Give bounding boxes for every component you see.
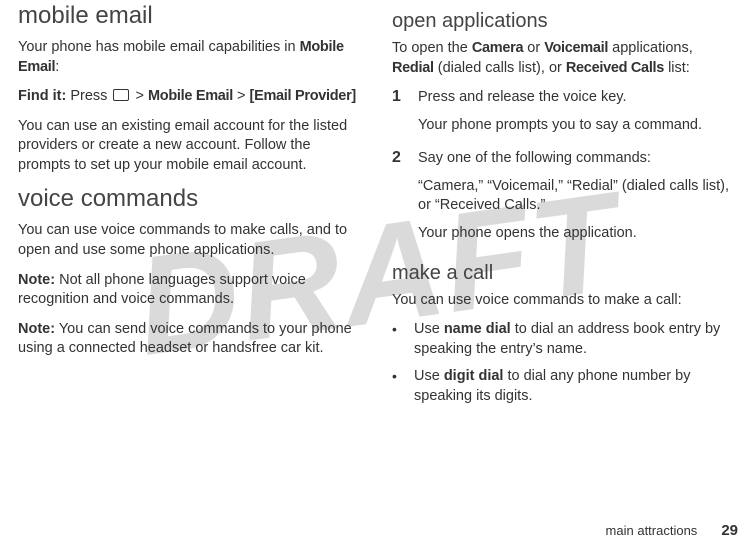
text: Press [66, 88, 111, 104]
voice-commands-intro: You can use voice commands to make calls… [18, 221, 364, 260]
heading-mobile-email: mobile email [18, 2, 364, 30]
note-label: Note: [18, 321, 55, 337]
note-label: Note: [18, 272, 55, 288]
text: (dialed calls list), or [434, 60, 566, 76]
find-it-label: Find it: [18, 88, 66, 104]
note-2: Note: You can send voice commands to you… [18, 320, 364, 359]
heading-open-applications: open applications [392, 10, 738, 33]
find-it-line: Find it: Press > Mobile Email > [Email P… [18, 87, 364, 107]
page-columns: mobile email Your phone has mobile email… [0, 0, 756, 414]
text: > [131, 88, 148, 104]
text: applications, [608, 40, 693, 56]
text: Your phone has mobile email capabilities… [18, 39, 300, 55]
bullet-1: • Use name dial to dial an address book … [392, 320, 738, 359]
text: To open the [392, 40, 472, 56]
bullet-body: Use digit dial to dial any phone number … [414, 367, 738, 406]
voicemail-bold: Voicemail [544, 40, 608, 56]
text: : [55, 59, 59, 75]
text: > [233, 88, 250, 104]
text: Use [414, 321, 444, 337]
bullet-dot: • [392, 320, 402, 359]
heading-voice-commands: voice commands [18, 185, 364, 213]
text: Use [414, 368, 444, 384]
heading-make-a-call: make a call [392, 262, 738, 285]
page-number: 29 [721, 522, 738, 539]
camera-bold: Camera [472, 40, 523, 56]
bullet-list: • Use name dial to dial an address book … [392, 320, 738, 406]
step-text: Your phone opens the application. [418, 224, 738, 244]
bullet-body: Use name dial to dial an address book en… [414, 320, 738, 359]
note-1: Note: Not all phone languages support vo… [18, 271, 364, 310]
email-provider-menu: [Email Provider] [250, 88, 356, 104]
step-text: “Camera,” “Voicemail,” “Redial” (dialed … [418, 177, 738, 216]
step-text: Press and release the voice key. [418, 88, 738, 108]
right-column: open applications To open the Camera or … [392, 0, 738, 414]
step-body: Press and release the voice key. Your ph… [418, 88, 738, 143]
step-text: Say one of the following commands: [418, 149, 738, 169]
footer-section: main attractions [606, 523, 698, 538]
left-column: mobile email Your phone has mobile email… [18, 0, 364, 414]
redial-bold: Redial [392, 60, 434, 76]
name-dial-bold: name dial [444, 321, 511, 337]
mobile-email-body: You can use an existing email account fo… [18, 117, 364, 176]
note-body: Not all phone languages support voice re… [18, 272, 306, 308]
menu-key-icon [113, 89, 129, 101]
note-body: You can send voice commands to your phon… [18, 321, 352, 357]
step-1: 1 Press and release the voice key. Your … [392, 88, 738, 143]
step-body: Say one of the following commands: “Came… [418, 149, 738, 251]
step-2: 2 Say one of the following commands: “Ca… [392, 149, 738, 251]
step-number: 1 [392, 88, 404, 143]
bullet-dot: • [392, 367, 402, 406]
mobile-email-intro: Your phone has mobile email capabilities… [18, 38, 364, 77]
received-calls-bold: Received Calls [566, 60, 664, 76]
step-text: Your phone prompts you to say a command. [418, 116, 738, 136]
digit-dial-bold: digit dial [444, 368, 504, 384]
steps-list: 1 Press and release the voice key. Your … [392, 88, 738, 251]
page-footer: main attractions 29 [606, 522, 738, 539]
make-call-intro: You can use voice commands to make a cal… [392, 291, 738, 311]
text: list: [664, 60, 690, 76]
text: or [523, 40, 544, 56]
open-apps-intro: To open the Camera or Voicemail applicat… [392, 39, 738, 78]
step-number: 2 [392, 149, 404, 251]
mobile-email-menu: Mobile Email [148, 88, 233, 104]
bullet-2: • Use digit dial to dial any phone numbe… [392, 367, 738, 406]
